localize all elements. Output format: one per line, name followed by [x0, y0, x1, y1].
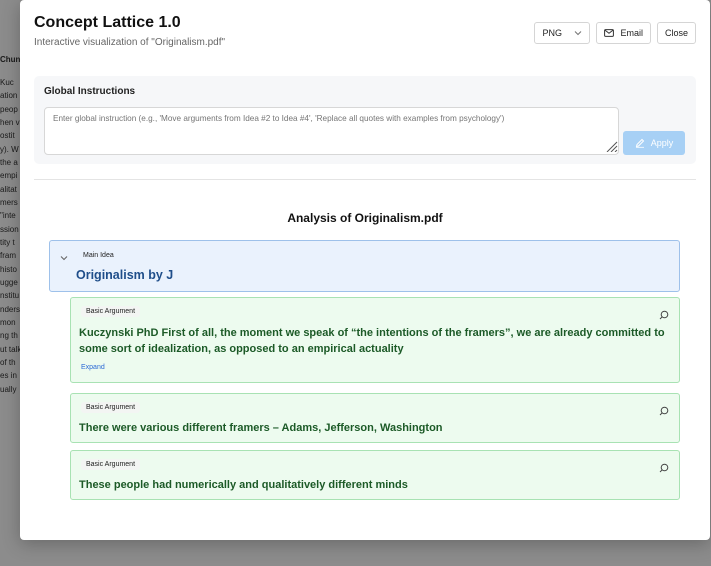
format-select[interactable]: PNG [534, 22, 591, 44]
argument-tag: Basic Argument [81, 402, 141, 413]
email-button[interactable]: Email [596, 22, 651, 44]
search-icon[interactable] [659, 310, 669, 320]
section-divider [34, 179, 696, 180]
email-button-label: Email [620, 28, 643, 38]
header-actions: PNG Email Close [534, 22, 696, 44]
global-instruction-input[interactable] [44, 107, 619, 155]
modal-title: Concept Lattice 1.0 [34, 14, 181, 31]
chevron-down-icon[interactable] [59, 253, 69, 263]
argument-text: Kuczynski PhD First of all, the moment w… [79, 327, 665, 355]
argument-tag: Basic Argument [81, 306, 141, 317]
search-icon[interactable] [659, 463, 669, 473]
global-instructions-title: Global Instructions [44, 86, 136, 97]
argument-card[interactable]: Basic Argument These people had numerica… [70, 450, 680, 500]
chevron-down-icon [575, 31, 582, 36]
pencil-icon [635, 138, 644, 148]
argument-text: These people had numerically and qualita… [79, 479, 408, 491]
resize-grip-icon[interactable] [604, 140, 618, 152]
close-button[interactable]: Close [656, 22, 696, 44]
argument-card[interactable]: Basic Argument Kuczynski PhD First of al… [70, 297, 680, 383]
global-instructions-panel: Global Instructions Apply [34, 76, 696, 164]
mail-icon [604, 29, 615, 37]
modal-subtitle: Interactive visualization of "Originalis… [34, 37, 226, 48]
modal-header: Concept Lattice 1.0 Interactive visualiz… [34, 14, 225, 48]
apply-button[interactable]: Apply [623, 131, 685, 155]
main-idea-text: Originalism by J [76, 268, 174, 282]
concept-lattice-modal: Concept Lattice 1.0 Interactive visualiz… [20, 0, 710, 540]
search-icon[interactable] [659, 406, 669, 416]
main-idea-card[interactable]: Main Idea Originalism by J [49, 240, 680, 292]
argument-card[interactable]: Basic Argument There were various differ… [70, 393, 680, 443]
close-button-label: Close [664, 28, 688, 38]
analysis-title: Analysis of Originalism.pdf [287, 211, 443, 225]
argument-tag: Basic Argument [81, 459, 141, 470]
expand-link[interactable]: Expand [81, 364, 105, 371]
apply-button-label: Apply [650, 138, 674, 148]
main-idea-tag: Main Idea [83, 252, 114, 259]
argument-text: There were various different framers – A… [79, 422, 443, 434]
format-select-value: PNG [542, 28, 562, 38]
